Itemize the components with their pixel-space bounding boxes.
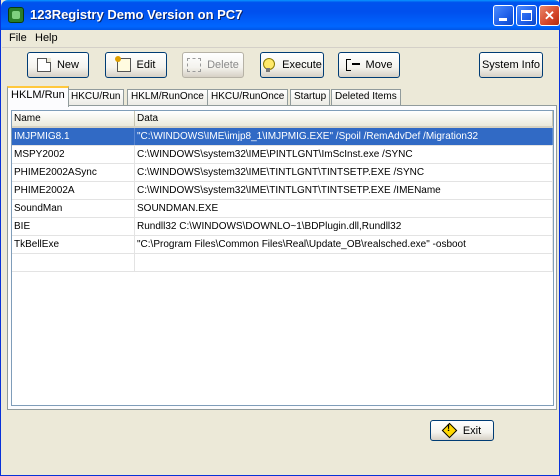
tab-label: HKCU/RunOnce [211, 91, 285, 102]
tab-label: HKLM/Run [11, 89, 65, 101]
cell-data: "C:\WINDOWS\IME\imjp8_1\IMJPMIG.EXE" /Sp… [135, 128, 553, 145]
tab-deleted-items[interactable]: Deleted Items [331, 89, 401, 105]
title-bar[interactable]: 123Registry Demo Version on PC7 ✕ [1, 0, 560, 30]
exit-button-label: Exit [462, 424, 482, 437]
move-icon [345, 58, 360, 72]
table-header: Name Data [12, 111, 553, 128]
table-body: IMJPMIG8.1 "C:\WINDOWS\IME\imjp8_1\IMJPM… [12, 128, 553, 272]
column-header-data[interactable]: Data [135, 111, 553, 126]
tab-hkcu-run[interactable]: HKCU/Run [67, 89, 125, 105]
cell-data: Rundll32 C:\WINDOWS\DOWNLO~1\BDPlugin.dl… [135, 218, 553, 235]
tab-label: Startup [294, 91, 327, 102]
system-info-button-label: System Info [481, 59, 541, 71]
app-icon [8, 7, 24, 23]
maximize-icon [521, 10, 532, 21]
menu-help[interactable]: Help [35, 32, 58, 44]
tab-label: Deleted Items [335, 91, 397, 102]
table-row[interactable] [12, 254, 553, 272]
tab-hkcu-runonce[interactable]: HKCU/RunOnce [207, 89, 289, 105]
edit-button[interactable]: Edit [105, 52, 167, 78]
minimize-icon [499, 18, 507, 21]
move-button-label: Move [365, 59, 393, 71]
delete-icon [187, 58, 202, 72]
delete-button-label: Delete [207, 59, 239, 71]
new-button[interactable]: New [27, 52, 89, 78]
cell-data: "C:\Program Files\Common Files\Real\Upda… [135, 236, 553, 253]
table-row[interactable]: MSPY2002 C:\WINDOWS\system32\IME\PINTLGN… [12, 146, 553, 164]
cell-data: SOUNDMAN.EXE [135, 200, 553, 217]
minimize-button[interactable] [493, 5, 514, 26]
table-row[interactable]: PHIME2002ASync C:\WINDOWS\system32\IME\T… [12, 164, 553, 182]
cell-name: PHIME2002ASync [12, 164, 135, 181]
cell-name: MSPY2002 [12, 146, 135, 163]
execute-button[interactable]: Execute [260, 52, 324, 78]
app-window: 123Registry Demo Version on PC7 ✕ File H… [0, 0, 560, 476]
tab-startup[interactable]: Startup [290, 89, 331, 105]
execute-button-label: Execute [282, 59, 322, 71]
table-row[interactable]: SoundMan SOUNDMAN.EXE [12, 200, 553, 218]
column-header-name[interactable]: Name [12, 111, 135, 126]
close-button[interactable]: ✕ [539, 5, 560, 26]
cell-name: BIE [12, 218, 135, 235]
warning-icon [443, 423, 457, 438]
lightbulb-icon [262, 58, 276, 72]
table-row[interactable]: BIE Rundll32 C:\WINDOWS\DOWNLO~1\BDPlugi… [12, 218, 553, 236]
table-row[interactable]: IMJPMIG8.1 "C:\WINDOWS\IME\imjp8_1\IMJPM… [12, 128, 553, 146]
system-info-button[interactable]: System Info [479, 52, 543, 78]
menu-file[interactable]: File [9, 32, 27, 44]
cell-name: TkBellExe [12, 236, 135, 253]
table-row[interactable]: PHIME2002A C:\WINDOWS\system32\IME\TINTL… [12, 182, 553, 200]
edit-document-icon [114, 56, 131, 72]
cell-data: C:\WINDOWS\system32\IME\PINTLGNT\ImScIns… [135, 146, 553, 163]
tab-hklm-runonce[interactable]: HKLM/RunOnce [127, 89, 208, 105]
cell-data: C:\WINDOWS\system32\IME\TINTLGNT\TINTSET… [135, 164, 553, 181]
cell-data: C:\WINDOWS\system32\IME\TINTLGNT\TINTSET… [135, 182, 553, 199]
registry-table[interactable]: Name Data IMJPMIG8.1 "C:\WINDOWS\IME\imj… [11, 110, 554, 406]
new-button-label: New [56, 59, 79, 71]
exit-button[interactable]: Exit [430, 420, 494, 441]
move-button[interactable]: Move [338, 52, 400, 78]
tab-label: HKLM/RunOnce [131, 91, 204, 102]
menu-bar: File Help [2, 30, 558, 48]
tab-hklm-run[interactable]: HKLM/Run [7, 86, 69, 107]
cell-name: IMJPMIG8.1 [12, 128, 135, 145]
cell-name [12, 254, 135, 271]
new-document-icon [36, 58, 51, 72]
close-icon: ✕ [544, 8, 555, 23]
delete-button[interactable]: Delete [182, 52, 244, 78]
cell-name: SoundMan [12, 200, 135, 217]
maximize-button[interactable] [516, 5, 537, 26]
table-row[interactable]: TkBellExe "C:\Program Files\Common Files… [12, 236, 553, 254]
cell-data [135, 254, 553, 271]
edit-button-label: Edit [136, 59, 156, 71]
window-title: 123Registry Demo Version on PC7 [30, 7, 243, 22]
tab-label: HKCU/Run [71, 91, 121, 102]
cell-name: PHIME2002A [12, 182, 135, 199]
